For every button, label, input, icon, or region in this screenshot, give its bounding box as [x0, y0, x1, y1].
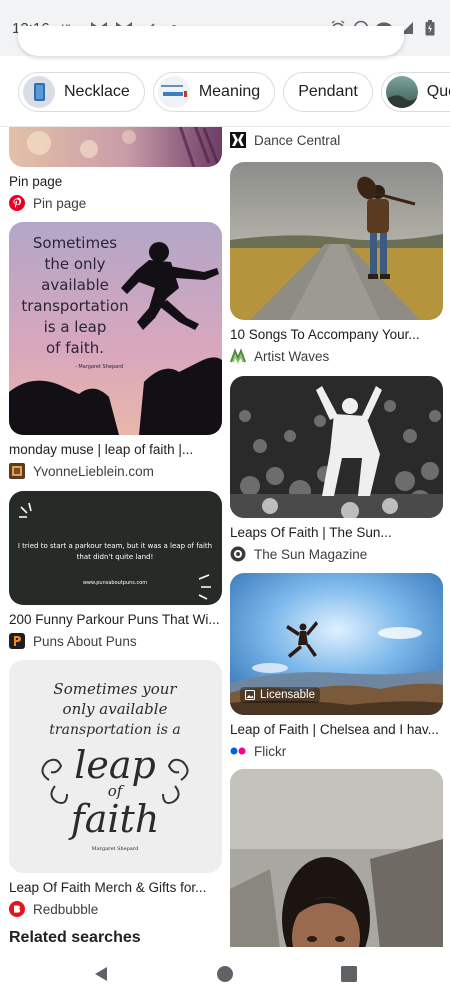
pin-source[interactable]: Redbubble [9, 900, 222, 918]
pin-card[interactable] [230, 769, 443, 947]
chip-thumbnail [157, 76, 190, 108]
pin-card[interactable]: Sometimes your only available transporta… [9, 660, 222, 918]
quote-line: is a leap [44, 318, 107, 336]
search-bar[interactable] [18, 26, 404, 56]
pin-card[interactable]: I tried to start a parkour team, but it … [9, 491, 222, 650]
chip-label: Quote [426, 83, 450, 100]
puns-p-icon [9, 633, 25, 649]
pin-card[interactable]: Sometimes the only available transportat… [9, 222, 222, 480]
chip-meaning[interactable]: Meaning [152, 72, 276, 112]
pin-title[interactable]: Pin page [9, 174, 222, 189]
pin-source[interactable]: Dance Central [230, 131, 443, 149]
pin-source[interactable]: The Sun Magazine [230, 545, 443, 563]
pin-card[interactable]: 10 Songs To Accompany Your... Artist Wav… [230, 162, 443, 365]
source-name: Dance Central [254, 132, 341, 148]
pun-line: that didn't quite land! [77, 553, 154, 561]
pin-image[interactable] [230, 162, 443, 320]
pin-image[interactable]: Sometimes your only available transporta… [9, 660, 222, 873]
sun-magazine-icon [230, 546, 246, 562]
licensable-label: Licensable [260, 689, 315, 701]
pin-source[interactable]: YvonneLieblein.com [9, 462, 222, 480]
sticker-big: faith [68, 797, 160, 841]
pun-line: I tried to start a parkour team, but it … [18, 542, 212, 550]
pin-title[interactable]: 200 Funny Parkour Puns That Wi... [9, 612, 222, 627]
related-searches-heading: Related searches [9, 929, 141, 946]
sticker-line: Sometimes your [53, 680, 177, 698]
sticker-author: Margaret Shepard [92, 846, 140, 852]
pun-url: www.punsaboutpuns.com [83, 580, 147, 586]
chip-label: Necklace [64, 83, 130, 100]
artist-waves-icon [230, 348, 246, 364]
pin-title[interactable]: Leap Of Faith Merch & Gifts for... [9, 880, 222, 895]
source-name: The Sun Magazine [254, 546, 368, 562]
source-name: Artist Waves [254, 348, 330, 364]
pin-card[interactable]: Dance Central [230, 131, 443, 149]
flickr-icon [230, 743, 246, 759]
pin-image[interactable] [230, 769, 443, 947]
quote-line: transportation [21, 297, 128, 315]
quote-line: Sometimes [33, 234, 117, 252]
image-icon [245, 690, 255, 700]
pin-image[interactable]: Sometimes the only available transportat… [9, 222, 222, 435]
pin-image[interactable]: I tried to start a parkour team, but it … [9, 491, 222, 605]
source-name: Puns About Puns [33, 633, 137, 649]
system-nav-bar [0, 948, 450, 1000]
pin-title[interactable]: monday muse | leap of faith |... [9, 442, 222, 457]
dance-central-icon [230, 132, 246, 148]
quote-line: of faith. [46, 339, 104, 357]
site-favicon-icon [9, 463, 25, 479]
quote-line: available [41, 276, 109, 294]
pin-image[interactable]: Licensable [230, 573, 443, 715]
licensable-badge: Licensable [240, 687, 320, 703]
chip-label: Meaning [198, 83, 261, 100]
pinterest-icon [9, 195, 25, 211]
pin-source[interactable]: Puns About Puns [9, 632, 222, 650]
source-name: YvonneLieblein.com [33, 463, 154, 479]
chip-label: Pendant [298, 83, 358, 100]
chip-pendant[interactable]: Pendant [283, 72, 373, 112]
source-name: Flickr [254, 743, 287, 759]
pin-source[interactable]: Artist Waves [230, 347, 443, 365]
quote-author: - Margaret Shepard [75, 364, 123, 370]
sticker-line: only available [63, 700, 168, 718]
pin-source[interactable]: Pin page [9, 194, 222, 212]
sticker-line: transportation is a [49, 722, 180, 738]
chip-thumbnail [23, 76, 55, 108]
related-chips: Necklace Meaning Pendant Quote [0, 72, 450, 124]
pin-card[interactable]: Licensable Leap of Faith | Chelsea and I… [230, 573, 443, 760]
pin-image[interactable] [9, 127, 222, 167]
pin-feed: Pin page Pin page Sometimes the only ava… [0, 127, 450, 947]
sticker-big: leap [74, 743, 156, 787]
back-icon[interactable] [89, 962, 113, 986]
pin-title[interactable]: Leaps Of Faith | The Sun... [230, 525, 443, 540]
pin-card[interactable]: Pin page Pin page [9, 127, 222, 212]
chip-necklace[interactable]: Necklace [18, 72, 145, 112]
pin-card[interactable]: Leaps Of Faith | The Sun... The Sun Maga… [230, 376, 443, 563]
chip-thumbnail [385, 76, 418, 108]
home-icon[interactable] [213, 962, 237, 986]
source-name: Redbubble [33, 901, 99, 917]
redbubble-icon [9, 901, 25, 917]
quote-line: the only [44, 255, 105, 273]
pin-source[interactable]: Flickr [230, 742, 443, 760]
pin-title[interactable]: 10 Songs To Accompany Your... [230, 327, 443, 342]
recents-icon[interactable] [337, 962, 361, 986]
pin-image[interactable] [230, 376, 443, 518]
chip-quote[interactable]: Quote [380, 72, 450, 112]
source-name: Pin page [33, 195, 87, 211]
pin-title[interactable]: Leap of Faith | Chelsea and I hav... [230, 722, 443, 737]
battery-icon [422, 20, 438, 36]
